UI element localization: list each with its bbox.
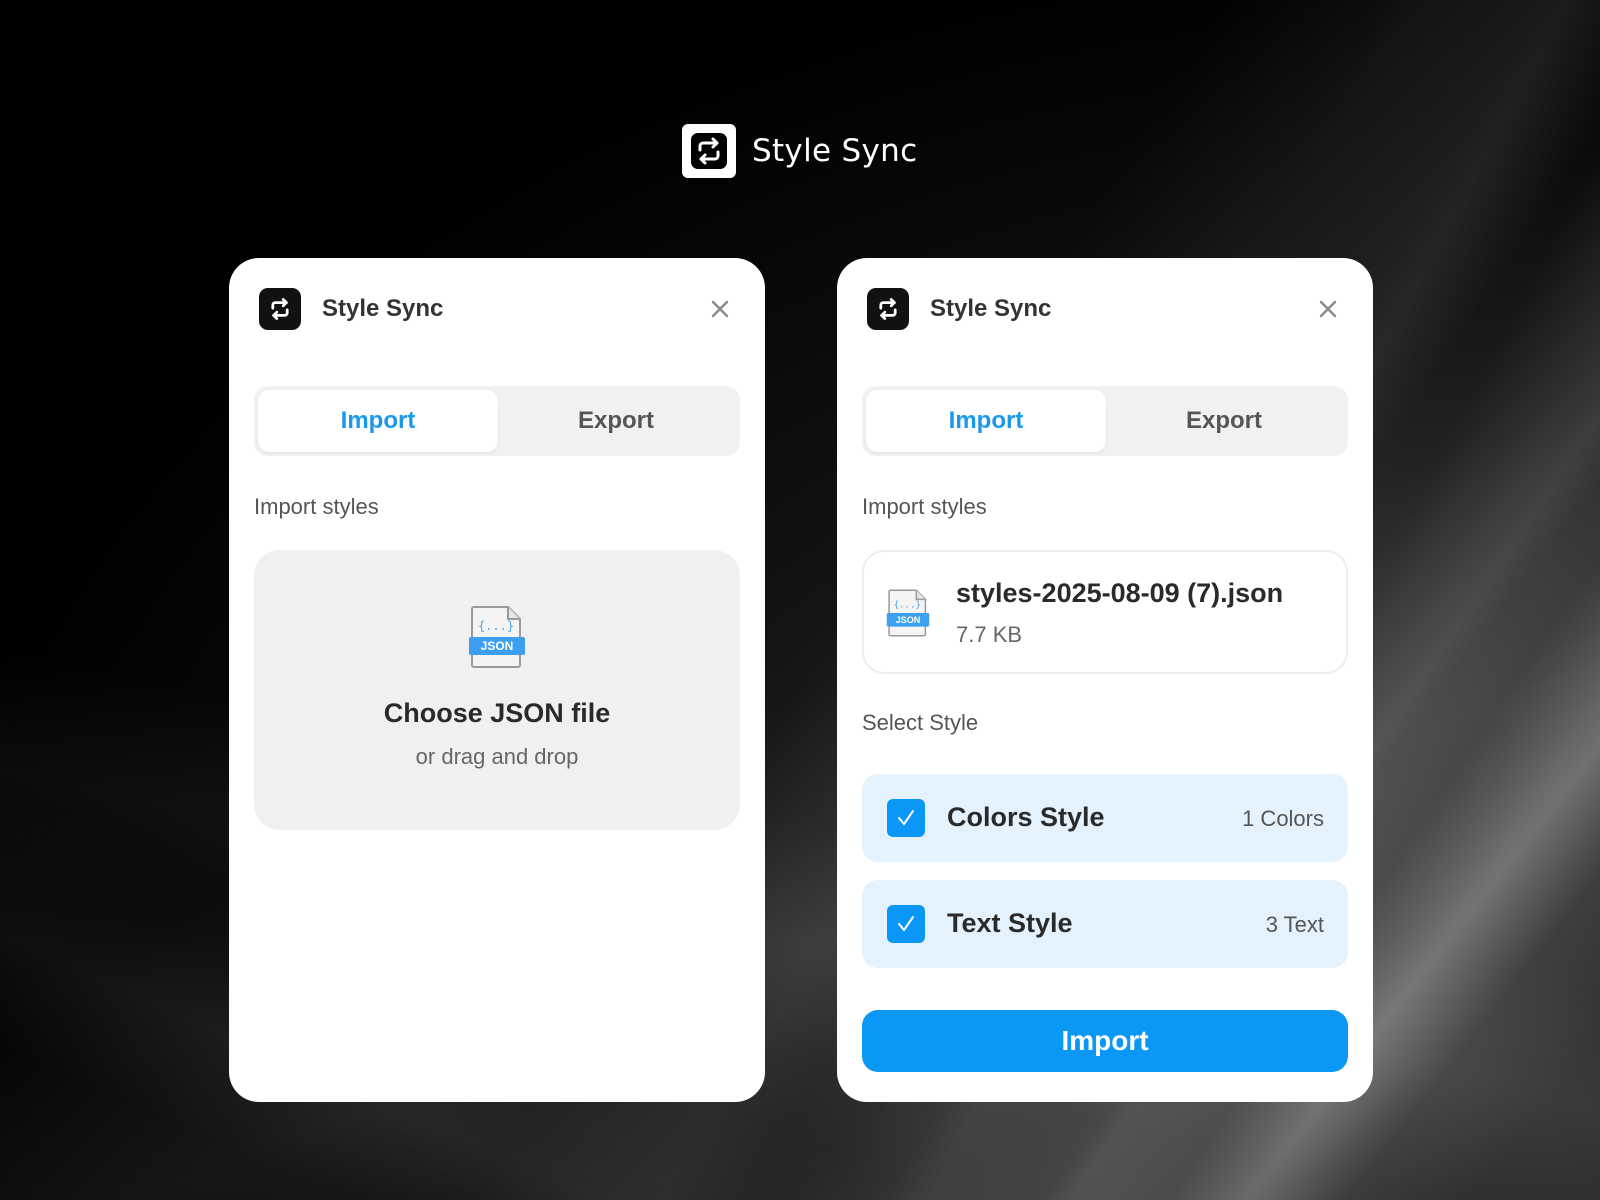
style-row-colors[interactable]: Colors Style 1 Colors bbox=[862, 774, 1348, 862]
select-style-label: Select Style bbox=[862, 710, 979, 735]
tab-import[interactable]: Import bbox=[866, 390, 1106, 452]
check-icon bbox=[898, 810, 914, 825]
style-row-count: 3 Text bbox=[1265, 912, 1324, 937]
svg-text:JSON: JSON bbox=[896, 615, 921, 625]
close-button[interactable] bbox=[705, 294, 735, 324]
style-row-label: Text Style bbox=[947, 908, 1073, 938]
svg-text:JSON: JSON bbox=[481, 639, 514, 653]
svg-text:{...}: {...} bbox=[894, 601, 921, 611]
panel-header: Style Sync bbox=[867, 288, 1343, 330]
brand-header: Style Sync bbox=[682, 124, 917, 178]
panel-title: Style Sync bbox=[930, 295, 1052, 322]
close-icon bbox=[1319, 300, 1337, 318]
file-size: 7.7 KB bbox=[956, 622, 1023, 647]
colors-style-checkbox[interactable] bbox=[887, 799, 925, 837]
tab-import[interactable]: Import bbox=[258, 390, 498, 452]
file-dropzone[interactable]: {...} JSON Choose JSON file or drag and … bbox=[254, 550, 740, 830]
section-label: Import styles bbox=[862, 494, 987, 519]
close-button[interactable] bbox=[1313, 294, 1343, 324]
style-row-label: Colors Style bbox=[947, 802, 1105, 832]
import-button[interactable]: Import bbox=[862, 1010, 1348, 1072]
json-file-icon: {...} JSON bbox=[468, 604, 526, 674]
tab-export[interactable]: Export bbox=[496, 390, 736, 452]
file-name: styles-2025-08-09 (7).json bbox=[956, 578, 1284, 608]
brand-name: Style Sync bbox=[752, 133, 918, 169]
left-panel: Style Sync Import Export Import styles {… bbox=[229, 258, 765, 1102]
text-style-checkbox[interactable] bbox=[887, 905, 925, 943]
tab-bar: Import Export bbox=[862, 386, 1348, 456]
json-file-icon: {...} JSON bbox=[886, 588, 930, 642]
right-panel: Style Sync Import Export Import styles {… bbox=[837, 258, 1373, 1102]
tab-export[interactable]: Export bbox=[1104, 390, 1344, 452]
selected-file-card[interactable]: {...} JSON styles-2025-08-09 (7).json 7.… bbox=[862, 550, 1348, 674]
dropzone-title: Choose JSON file bbox=[383, 698, 611, 728]
style-row-count: 1 Colors bbox=[1242, 806, 1324, 831]
panel-title: Style Sync bbox=[322, 295, 444, 322]
sync-icon bbox=[682, 124, 736, 178]
sync-icon bbox=[259, 288, 301, 330]
check-icon bbox=[898, 916, 914, 931]
panel-header: Style Sync bbox=[259, 288, 735, 330]
style-row-text[interactable]: Text Style 3 Text bbox=[862, 880, 1348, 968]
svg-text:{...}: {...} bbox=[478, 619, 514, 633]
sync-icon bbox=[867, 288, 909, 330]
section-label: Import styles bbox=[254, 494, 379, 519]
tab-bar: Import Export bbox=[254, 386, 740, 456]
dropzone-subtitle: or drag and drop bbox=[415, 744, 579, 769]
close-icon bbox=[711, 300, 729, 318]
